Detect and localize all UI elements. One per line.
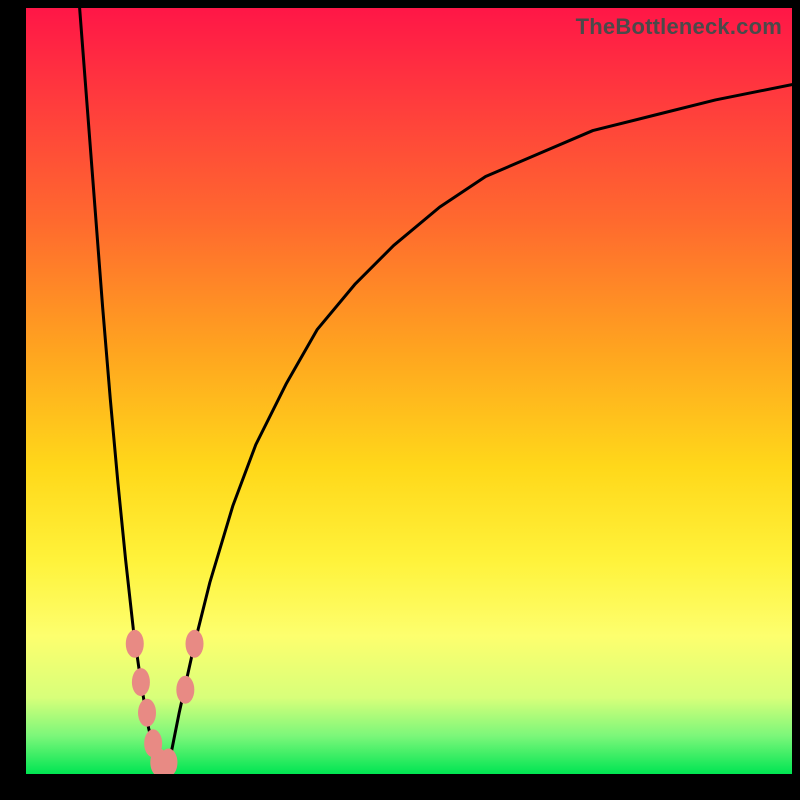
chart-frame: TheBottleneck.com	[0, 0, 800, 800]
left-marker-2	[132, 668, 150, 696]
plot-area: TheBottleneck.com	[26, 8, 792, 774]
right-marker-3	[186, 630, 204, 658]
series-right-curve	[164, 85, 792, 774]
marker-layer	[126, 630, 204, 774]
right-marker-2	[176, 676, 194, 704]
left-marker-3	[138, 699, 156, 727]
curve-layer	[80, 8, 792, 774]
left-marker-1	[126, 630, 144, 658]
chart-svg	[26, 8, 792, 774]
series-left-curve	[80, 8, 164, 774]
